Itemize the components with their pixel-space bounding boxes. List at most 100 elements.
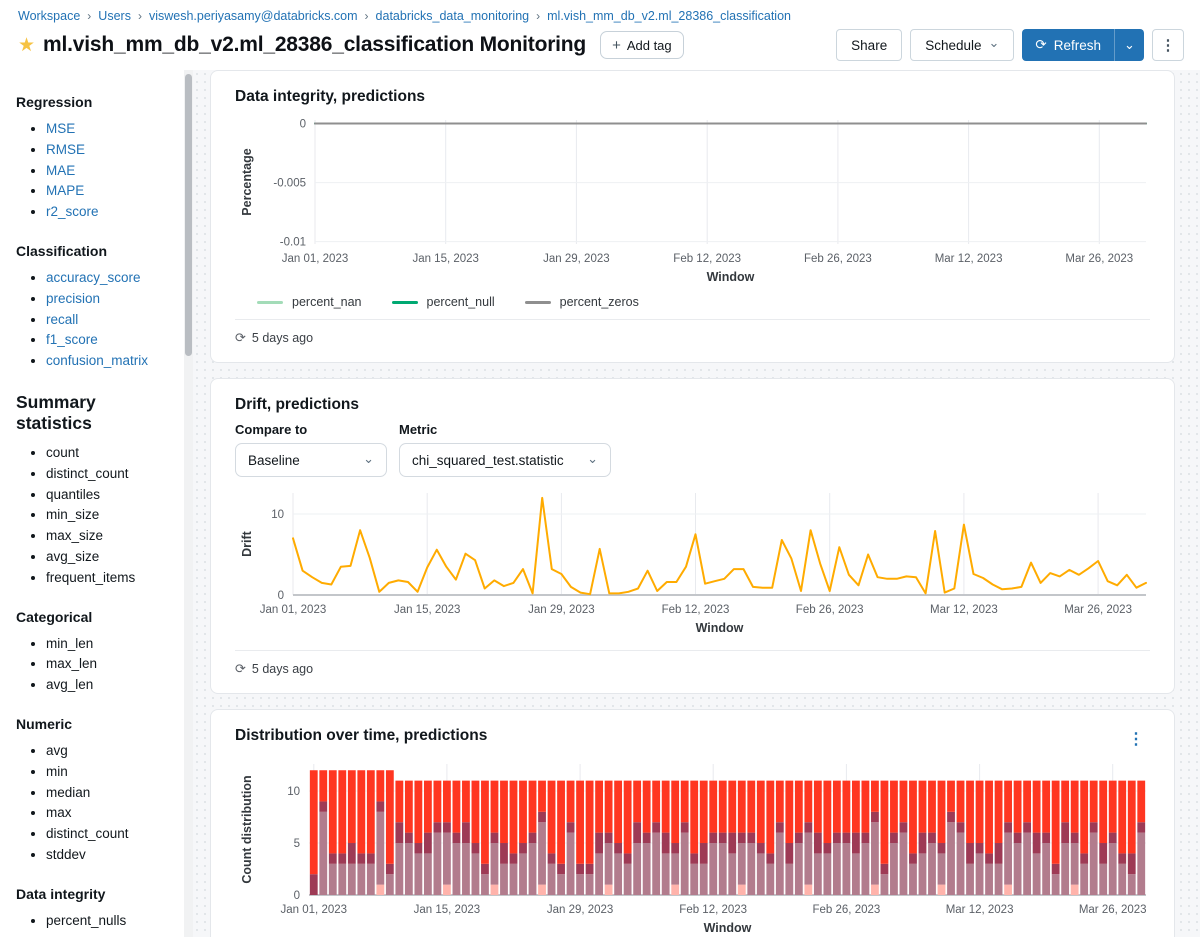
sidebar-item-label: avg_len xyxy=(46,677,94,693)
sidebar-item-label[interactable]: confusion_matrix xyxy=(46,353,148,368)
data-integrity-chart: 0 -0.005 -0.01 Jan 01, 2023 Jan 15, 2023 Jan … xyxy=(235,114,1150,293)
compare-to-label: Compare to xyxy=(235,422,308,437)
sidebar-scrollbar-track[interactable] xyxy=(184,70,193,937)
sidebar-section-title: Categorical xyxy=(16,608,93,625)
sidebar-item: MSE xyxy=(46,119,175,140)
title-row: ★ ml.vish_mm_db_v2.ml_28386_classificati… xyxy=(18,29,1184,61)
metric-label: Metric xyxy=(399,422,438,437)
sidebar-item-label[interactable]: MAE xyxy=(46,163,75,178)
svg-text:Mar 12, 2023: Mar 12, 2023 xyxy=(935,253,1003,265)
header-kebab-menu-button[interactable]: ⋮ xyxy=(1152,29,1184,61)
chart-kebab-menu-button[interactable]: ⋮ xyxy=(1122,727,1150,751)
breadcrumb-item[interactable]: Workspace xyxy=(18,9,80,23)
sidebar-item: MAPE xyxy=(46,181,175,202)
sidebar-item-label[interactable]: RMSE xyxy=(46,142,85,157)
card-title: Distribution over time, predictions xyxy=(235,727,488,744)
add-tag-button[interactable]: + Add tag xyxy=(600,31,684,59)
sidebar-item-label: stddev xyxy=(46,846,86,862)
sidebar-item: median xyxy=(46,783,175,804)
sidebar-item: distinct_count xyxy=(46,464,175,485)
svg-text:Mar 26, 2023: Mar 26, 2023 xyxy=(1065,253,1133,265)
sidebar-item: percent_zeros xyxy=(46,932,175,937)
sidebar-item-label: percent_zeros xyxy=(46,934,132,937)
sidebar-section-list: count distinct_count quantiles min_size max_… xyxy=(16,443,175,589)
svg-text:Window: Window xyxy=(704,921,752,935)
sidebar-item-label: min_size xyxy=(46,507,100,523)
sidebar-item: max_size xyxy=(46,526,175,547)
sidebar-item: MAE xyxy=(46,161,175,182)
svg-text:0: 0 xyxy=(300,119,306,131)
legend-label: percent_zeros xyxy=(559,295,639,309)
sidebar-section-title: Summary statistics xyxy=(16,391,96,433)
sidebar-item-label[interactable]: recall xyxy=(46,312,78,327)
svg-text:Feb 26, 2023: Feb 26, 2023 xyxy=(796,604,864,616)
legend-swatch xyxy=(524,300,551,304)
sidebar-item: f1_score xyxy=(46,330,175,351)
svg-text:Mar 12, 2023: Mar 12, 2023 xyxy=(946,904,1014,916)
sidebar-item: frequent_items xyxy=(46,568,175,589)
metric-control: Metric chi_squared_test.statistic ⌄ xyxy=(399,422,611,477)
refresh-icon: ⟳ xyxy=(235,330,246,345)
sidebar-item-label: max xyxy=(46,805,72,821)
svg-text:Feb 26, 2023: Feb 26, 2023 xyxy=(813,904,881,916)
svg-text:Jan 29, 2023: Jan 29, 2023 xyxy=(528,604,595,616)
sidebar-scrollbar-thumb[interactable] xyxy=(185,74,192,356)
sidebar-item-label[interactable]: MSE xyxy=(46,121,75,136)
sidebar-item: recall xyxy=(46,310,175,331)
sidebar-item-label[interactable]: f1_score xyxy=(46,332,98,347)
sidebar-item-label: frequent_items xyxy=(46,569,136,585)
sidebar: Regression MSE RMSE MAE MAPE r2_score Classifi… xyxy=(0,70,193,937)
dashboard-canvas: Data integrity, predictions 0 -0.005 -0.01… xyxy=(193,70,1200,937)
sidebar-item: min_size xyxy=(46,505,175,526)
svg-text:Window: Window xyxy=(696,621,744,635)
sidebar-item-label: distinct_count xyxy=(46,465,129,481)
refresh-icon: ⟳ xyxy=(1035,37,1047,52)
refresh-button[interactable]: ⟳ Refresh xyxy=(1022,29,1114,61)
card-footer: ⟳ 5 days ago xyxy=(235,319,1150,350)
sidebar-item-label[interactable]: MAPE xyxy=(46,183,84,198)
page-title: ml.vish_mm_db_v2.ml_28386_classification… xyxy=(43,33,587,56)
page-body: Regression MSE RMSE MAE MAPE r2_score Classifi… xyxy=(0,70,1200,937)
drift-card: Drift, predictions Compare to Baseline ⌄… xyxy=(210,378,1175,694)
sidebar-section-list: avg min median max distinct_countstddev xyxy=(16,741,175,866)
card-title: Drift, predictions xyxy=(235,396,360,413)
sidebar-item-label[interactable]: accuracy_score xyxy=(46,270,141,285)
schedule-label: Schedule xyxy=(925,37,982,53)
share-button[interactable]: Share xyxy=(836,29,903,61)
breadcrumb-item[interactable]: viswesh.periyasamy@databricks.com xyxy=(149,9,358,23)
sidebar-item: avg xyxy=(46,741,175,762)
sidebar-item: min xyxy=(46,762,175,783)
svg-text:Jan 15, 2023: Jan 15, 2023 xyxy=(414,904,481,916)
refresh-dropdown-button[interactable]: ⌄ xyxy=(1114,29,1144,61)
schedule-button[interactable]: Schedule ⌄ xyxy=(910,29,1015,61)
breadcrumb: Workspace › Users › viswesh.periyasamy@datab… xyxy=(18,9,1184,23)
sidebar-item: accuracy_score xyxy=(46,268,175,289)
favorite-star-icon[interactable]: ★ xyxy=(18,34,35,57)
card-footer: ⟳ 5 days ago xyxy=(235,650,1150,681)
last-refreshed-text: 5 days ago xyxy=(251,331,314,345)
sidebar-section-title: Regression xyxy=(16,94,93,110)
compare-to-control: Compare to Baseline ⌄ xyxy=(235,422,387,477)
sidebar-item-label[interactable]: r2_score xyxy=(46,204,99,219)
legend-swatch xyxy=(257,300,283,304)
breadcrumb-item[interactable]: ml.vish_mm_db_v2.ml_28386_classification xyxy=(547,9,791,23)
svg-text:Feb 12, 2023: Feb 12, 2023 xyxy=(673,253,741,265)
sidebar-section-title: Data integrity xyxy=(16,885,106,902)
sidebar-item-label[interactable]: precision xyxy=(46,291,100,306)
breadcrumb-item[interactable]: Users xyxy=(98,9,131,23)
sidebar-item: distinct_count xyxy=(46,824,175,845)
svg-text:-0.005: -0.005 xyxy=(273,178,306,190)
sidebar-item-label: avg_size xyxy=(46,548,100,564)
svg-text:Feb 12, 2023: Feb 12, 2023 xyxy=(662,604,730,616)
legend-label: percent_null xyxy=(426,295,495,309)
sidebar-item-label: max_size xyxy=(46,528,104,544)
svg-text:Mar 12, 2023: Mar 12, 2023 xyxy=(930,604,998,616)
header-actions: Share Schedule ⌄ ⟳ Refresh ⌄ ⋮ xyxy=(836,29,1184,61)
sidebar-item: count xyxy=(46,443,175,464)
metric-select[interactable]: chi_squared_test.statistic ⌄ xyxy=(399,443,611,477)
data-integrity-card: Data integrity, predictions 0 -0.005 -0.01… xyxy=(210,70,1175,363)
sidebar-item-label: count xyxy=(46,444,80,460)
sidebar-section-list: accuracy_score precision recall f1_scorecon… xyxy=(16,268,175,372)
breadcrumb-item[interactable]: databricks_data_monitoring xyxy=(376,9,530,23)
compare-to-select[interactable]: Baseline ⌄ xyxy=(235,443,387,477)
